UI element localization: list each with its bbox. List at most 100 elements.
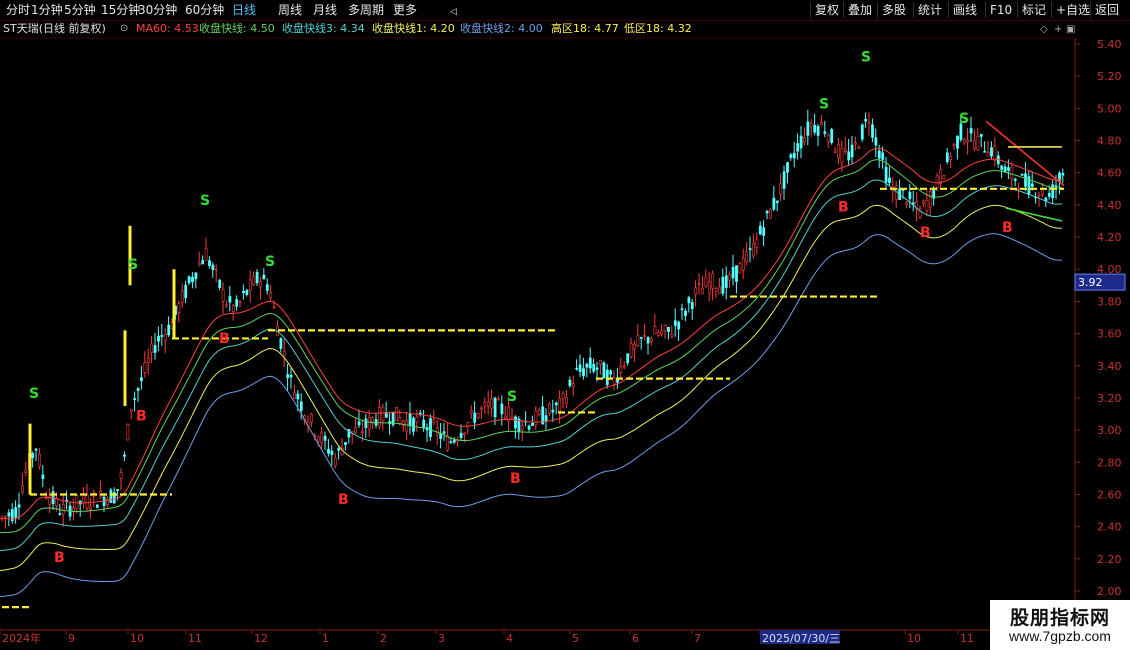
candle-body xyxy=(779,183,783,195)
candle-body xyxy=(316,436,320,442)
candle-body xyxy=(4,515,7,518)
candle-body xyxy=(289,374,293,378)
candle-body xyxy=(469,410,473,413)
candle-body xyxy=(854,142,857,145)
candle-body xyxy=(459,432,463,439)
candle-body xyxy=(728,273,732,281)
y-tick-label: 5.00 xyxy=(1097,102,1122,115)
x-tick-label: 6 xyxy=(632,632,639,645)
y-tick-label: 4.80 xyxy=(1097,135,1122,148)
candle-body xyxy=(323,435,327,441)
candle-body xyxy=(884,166,888,183)
buy-signal: B xyxy=(338,492,349,508)
candle-body xyxy=(116,489,120,491)
candle-body xyxy=(823,131,827,134)
candle-body xyxy=(503,415,507,419)
candle-body xyxy=(813,124,817,133)
candle-body xyxy=(357,421,361,426)
candle-body xyxy=(626,353,630,364)
candle-body xyxy=(286,374,290,379)
candle-body xyxy=(704,277,708,288)
x-tick-label: 7 xyxy=(694,632,701,645)
candle-body xyxy=(830,129,834,143)
candle-body xyxy=(95,504,99,508)
candle-body xyxy=(707,281,711,294)
candle-body xyxy=(0,516,4,519)
indicator-line-0 xyxy=(0,147,1063,520)
y-tick-label: 2.80 xyxy=(1097,456,1122,469)
candle-body xyxy=(639,337,643,339)
candle-body xyxy=(72,507,75,512)
candle-body xyxy=(738,262,742,274)
candle-body xyxy=(310,413,313,423)
indicator-line-2 xyxy=(0,179,1063,551)
candle-body xyxy=(1047,193,1051,197)
candle-body xyxy=(690,302,694,310)
candle-body xyxy=(320,432,324,443)
candle-body xyxy=(826,134,830,142)
candle-body xyxy=(673,320,677,326)
indicator-line-4 xyxy=(0,233,1063,598)
trend-line xyxy=(1005,207,1063,222)
candle-body xyxy=(561,393,565,399)
candle-body xyxy=(446,435,449,451)
candle-body xyxy=(629,343,633,358)
candle-body xyxy=(429,418,432,438)
candle-body xyxy=(146,358,150,363)
candle-body xyxy=(544,415,548,422)
candle-body xyxy=(684,310,687,316)
candle-body xyxy=(935,175,939,188)
candle-body xyxy=(129,408,133,412)
candle-body xyxy=(650,338,653,342)
candle-body xyxy=(680,308,684,311)
candle-body xyxy=(153,345,157,353)
y-tick-label: 3.40 xyxy=(1097,360,1122,373)
candle-body xyxy=(942,174,946,180)
candle-body xyxy=(293,392,296,399)
candle-body xyxy=(748,248,752,251)
candle-body xyxy=(663,324,667,332)
candle-body xyxy=(282,350,286,357)
candle-body xyxy=(745,251,749,263)
candle-body xyxy=(405,420,409,432)
candle-body xyxy=(248,279,252,291)
candle-body xyxy=(415,416,419,423)
candle-body xyxy=(765,210,769,214)
candle-body xyxy=(245,289,249,295)
candle-body xyxy=(500,403,504,415)
y-tick-label: 3.80 xyxy=(1097,295,1122,308)
candle-body xyxy=(119,472,123,479)
sell-signal: S xyxy=(861,50,871,66)
candle-body xyxy=(490,398,494,409)
candle-body xyxy=(775,200,779,203)
x-tick-label: 12 xyxy=(254,632,268,645)
candle-body xyxy=(85,495,89,509)
candle-body xyxy=(527,425,531,430)
candle-body xyxy=(82,494,86,504)
candle-body xyxy=(75,495,79,510)
indicator-line-1 xyxy=(0,159,1063,534)
candle-body xyxy=(860,124,864,140)
candle-body xyxy=(163,333,167,341)
candle-body xyxy=(701,288,704,295)
candle-body xyxy=(939,169,942,184)
candle-body xyxy=(986,152,990,157)
candle-body xyxy=(990,147,993,157)
sell-signal: S xyxy=(200,193,210,209)
candle-body xyxy=(1013,178,1017,181)
candle-body xyxy=(1024,173,1027,187)
candle-body xyxy=(949,156,953,160)
candle-body xyxy=(211,264,215,271)
candle-body xyxy=(697,283,701,285)
candle-body xyxy=(558,398,562,412)
candle-body xyxy=(17,504,21,508)
candle-body xyxy=(537,410,541,415)
candle-body xyxy=(656,332,660,336)
candle-body xyxy=(463,432,466,436)
watermark-brand: 股朋指标网 www.7gpzb.com xyxy=(990,600,1130,650)
candle-body xyxy=(653,326,657,335)
candle-body xyxy=(694,287,698,295)
kline-chart[interactable]: 5.405.205.004.804.604.404.204.003.803.60… xyxy=(0,0,1130,650)
buy-signal: B xyxy=(219,331,230,347)
candle-body xyxy=(354,427,358,434)
